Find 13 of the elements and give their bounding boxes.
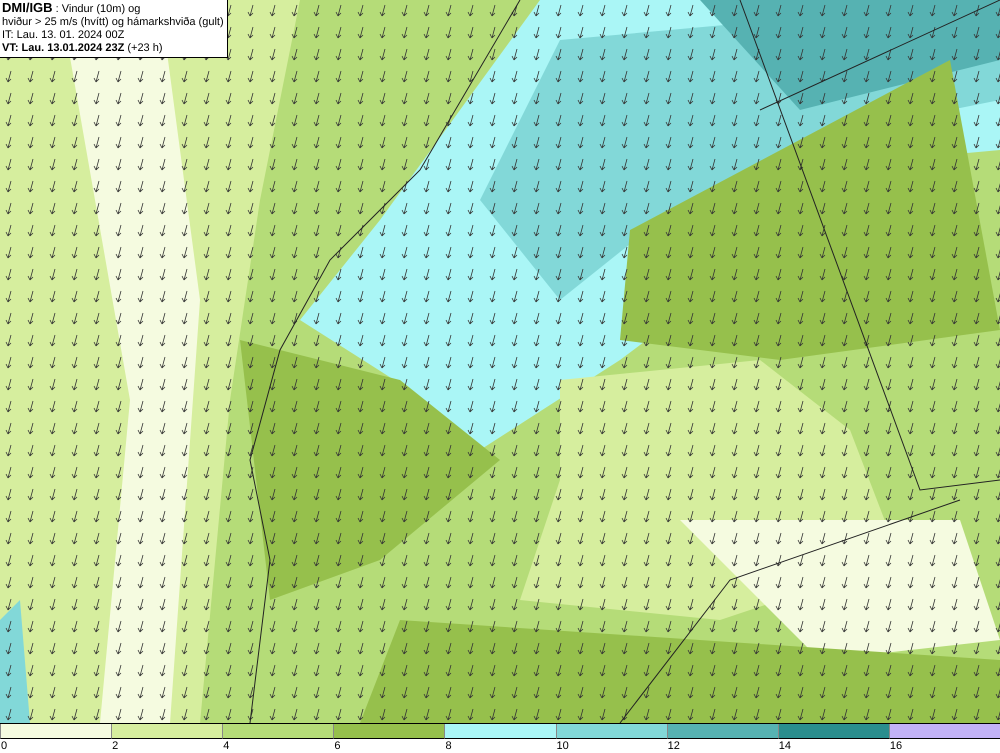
- legend-label: 6: [333, 739, 342, 753]
- legend-label: 10: [556, 739, 570, 753]
- legend-label: 8: [444, 739, 453, 753]
- legend-label: 2: [111, 739, 120, 753]
- legend-label: 14: [778, 739, 792, 753]
- info-line: DMI/IGB : Vindur (10m) og: [2, 1, 142, 16]
- legend-label: 16: [888, 739, 904, 753]
- legend-label: 12: [666, 739, 681, 753]
- legend-label: 0: [0, 739, 8, 753]
- info-line: hviður > 25 m/s (hvítt) og hámarkshviða (gult): [2, 16, 224, 29]
- legend-label: 4: [222, 739, 230, 753]
- info-line: VT: Lau. 13.01.2024 23Z (+23 h): [2, 42, 164, 55]
- info-line: IT: Lau. 13. 01. 2024 00Z: [2, 29, 126, 42]
